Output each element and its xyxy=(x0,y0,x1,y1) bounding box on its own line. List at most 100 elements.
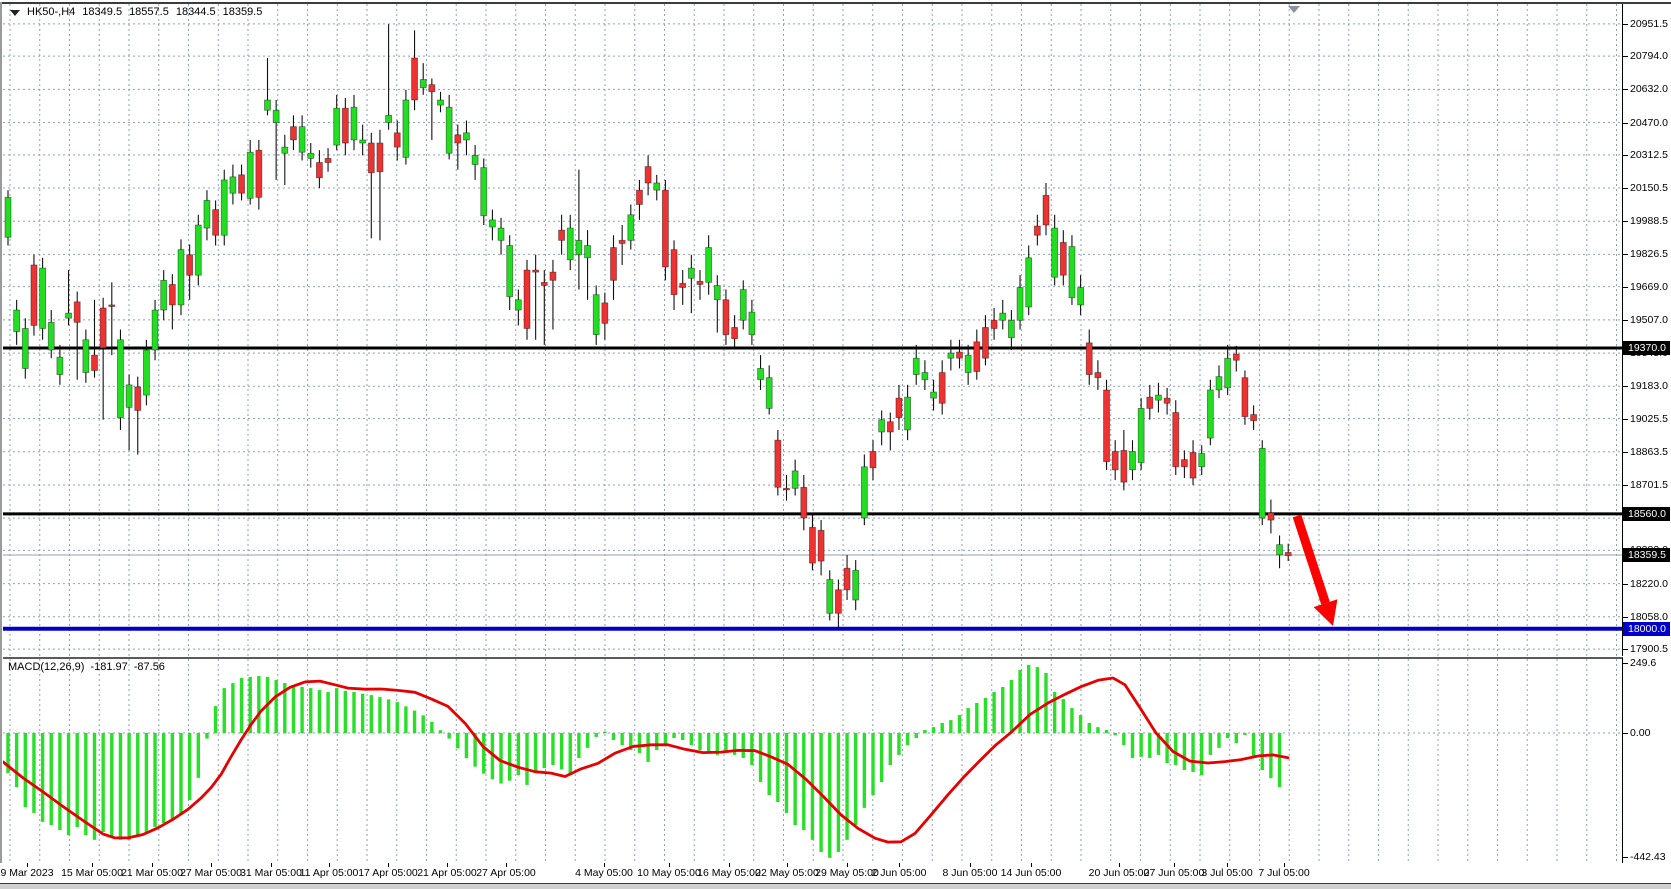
candle-up xyxy=(593,295,599,335)
candle-down xyxy=(550,272,556,280)
candle-down xyxy=(939,373,945,404)
macd-axis-label: 249.6 xyxy=(1630,657,1656,669)
macd-bar xyxy=(119,733,122,840)
macd-bar xyxy=(162,733,165,823)
price-tick xyxy=(1623,89,1628,90)
price-tick xyxy=(1623,584,1628,585)
candle-up xyxy=(481,168,487,216)
macd-tick xyxy=(1623,733,1628,734)
price-tick xyxy=(1623,56,1628,57)
candle-up xyxy=(792,471,798,488)
price-badge-18000.0: 18000.0 xyxy=(1623,622,1670,636)
candle-down xyxy=(1121,450,1127,482)
sell-arrow-shaft[interactable] xyxy=(1297,516,1326,603)
macd-name: MACD(12,26,9) xyxy=(8,661,84,673)
candle-up xyxy=(22,328,28,368)
candle-down xyxy=(368,143,374,173)
time-tick-label: 31 Mar 05:00 xyxy=(240,867,302,879)
macd-bar xyxy=(1114,733,1117,735)
candle-up xyxy=(1207,390,1213,438)
candle-down xyxy=(662,190,668,267)
candle-down xyxy=(680,283,686,287)
price-tick-label: 19826.5 xyxy=(1630,248,1668,260)
price-tick-label: 20632.0 xyxy=(1630,83,1668,95)
candle-up xyxy=(204,200,210,228)
candle-down xyxy=(1147,397,1153,408)
candle-up xyxy=(827,580,833,614)
macd-chart[interactable] xyxy=(3,659,1622,862)
macd-bar xyxy=(646,733,649,762)
macd-bar xyxy=(1001,687,1004,733)
candle-up xyxy=(247,152,253,198)
price-axis[interactable]: 20951.520794.020632.020470.020312.520150… xyxy=(1623,4,1671,862)
macd-bar xyxy=(1096,727,1099,733)
ohlc-low: 18344.5 xyxy=(176,6,216,18)
macd-bar xyxy=(67,733,70,835)
candle-down xyxy=(316,163,322,178)
candle-up xyxy=(585,245,591,257)
macd-bar xyxy=(344,691,347,733)
candle-up xyxy=(1000,313,1006,320)
candlestick-chart[interactable] xyxy=(3,4,1622,656)
sell-arrow-head[interactable] xyxy=(1314,599,1338,626)
candle-up xyxy=(654,183,660,190)
macd-main-value: -181.97 xyxy=(90,661,127,673)
candle-down xyxy=(870,451,876,467)
main-chart-area[interactable] xyxy=(3,4,1623,656)
macd-bar xyxy=(897,733,900,755)
macd-bar xyxy=(543,733,546,768)
macd-bar xyxy=(309,688,312,733)
macd-bar xyxy=(93,733,96,840)
candle-down xyxy=(109,305,115,307)
symbol-dropdown-icon[interactable] xyxy=(10,10,20,16)
macd-indicator-panel[interactable] xyxy=(3,657,1623,864)
candle-up xyxy=(576,240,582,254)
candle-up xyxy=(489,220,495,227)
macd-bar xyxy=(179,733,182,815)
candle-down xyxy=(957,352,963,358)
macd-axis-label: -442.43 xyxy=(1630,851,1666,863)
time-tick-label: 22 May 05:00 xyxy=(755,867,819,879)
candle-up xyxy=(948,353,954,358)
candle-down xyxy=(1034,226,1040,235)
macd-bar xyxy=(1217,733,1220,748)
candle-down xyxy=(1104,390,1110,462)
candle-up xyxy=(83,340,89,373)
price-tick xyxy=(1623,221,1628,222)
macd-bar xyxy=(707,733,710,753)
candle-up xyxy=(178,250,184,305)
candle-down xyxy=(611,248,617,281)
macd-bar xyxy=(396,702,399,733)
candle-series xyxy=(5,24,1291,627)
candle-up xyxy=(965,355,971,372)
macd-bar xyxy=(76,733,79,827)
price-tick-label: 20312.5 xyxy=(1630,149,1668,161)
macd-bar xyxy=(1062,699,1065,733)
macd-bar xyxy=(698,733,701,750)
candle-down xyxy=(187,255,193,275)
macd-bar xyxy=(292,685,295,733)
macd-bar xyxy=(274,680,277,733)
price-tick xyxy=(1623,254,1628,255)
candle-up xyxy=(1052,228,1058,277)
candle-up xyxy=(507,245,513,296)
macd-bar xyxy=(1105,730,1108,733)
macd-bar xyxy=(1235,733,1238,743)
macd-bar xyxy=(577,733,580,758)
candle-down xyxy=(784,488,790,490)
candle-up xyxy=(567,228,573,260)
macd-bar xyxy=(84,733,87,835)
time-axis[interactable]: 9 Mar 202315 Mar 05:0021 Mar 05:0027 Mar… xyxy=(0,863,1671,884)
macd-signal-line xyxy=(3,678,1288,842)
candle-down xyxy=(524,270,530,328)
macd-bar xyxy=(1252,733,1255,758)
macd-bar xyxy=(941,723,944,733)
candle-down xyxy=(100,308,106,348)
candle-down xyxy=(74,302,80,322)
candle-up xyxy=(265,100,271,110)
candle-down xyxy=(602,303,608,323)
candle-up xyxy=(161,280,167,310)
macd-bar xyxy=(378,697,381,733)
macd-bar xyxy=(1079,715,1082,733)
price-tick xyxy=(1623,617,1628,618)
